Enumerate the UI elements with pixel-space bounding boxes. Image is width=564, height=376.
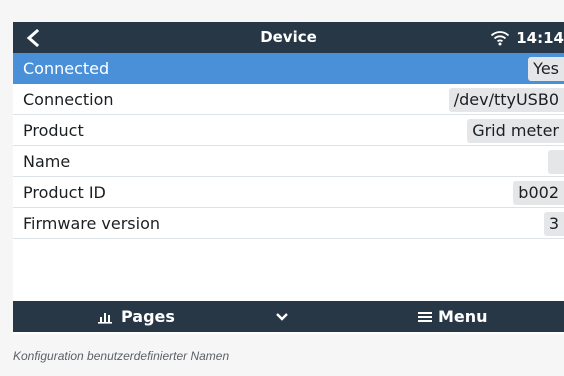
clock: 14:14 xyxy=(516,28,564,47)
bottom-bar: Pages Menu xyxy=(13,301,564,332)
scroll-down-button[interactable] xyxy=(275,301,289,332)
caption: Konfiguration benutzerdefinierter Namen xyxy=(13,349,230,363)
wifi-icon xyxy=(491,30,510,45)
hamburger-menu-icon xyxy=(418,311,432,322)
menu-button[interactable]: Menu xyxy=(417,301,488,332)
row-product[interactable]: Product Grid meter xyxy=(13,115,564,146)
row-label: Firmware version xyxy=(23,214,161,233)
row-firmware-version[interactable]: Firmware version 3 xyxy=(13,208,564,239)
row-label: Name xyxy=(23,152,71,171)
menu-label: Menu xyxy=(438,307,488,326)
device-screen: Device 14:14 Connected Yes Connection /d… xyxy=(13,22,564,334)
row-value: /dev/ttyUSB0 xyxy=(448,88,564,112)
pages-label: Pages xyxy=(121,307,175,326)
row-value: Yes xyxy=(528,57,564,81)
row-value: Grid meter xyxy=(467,119,564,143)
settings-list: Connected Yes Connection /dev/ttyUSB0 Pr… xyxy=(13,53,564,239)
page-title: Device xyxy=(260,28,317,46)
row-label: Connected xyxy=(23,59,110,78)
row-name[interactable]: Name xyxy=(13,146,564,177)
row-label: Connection xyxy=(23,90,114,109)
row-value: 3 xyxy=(543,212,564,236)
chevron-down-icon xyxy=(276,312,288,321)
row-value: b002 xyxy=(513,181,564,205)
status-area: 14:14 xyxy=(490,22,564,53)
row-connection[interactable]: Connection /dev/ttyUSB0 xyxy=(13,84,564,115)
pages-button[interactable]: Pages xyxy=(97,301,175,332)
bar-chart-icon xyxy=(98,312,112,324)
row-value xyxy=(548,150,564,174)
row-label: Product ID xyxy=(23,183,106,202)
row-product-id[interactable]: Product ID b002 xyxy=(13,177,564,208)
title-bar: Device 14:14 xyxy=(13,22,564,53)
row-label: Product xyxy=(23,121,84,140)
row-connected[interactable]: Connected Yes xyxy=(13,53,564,84)
